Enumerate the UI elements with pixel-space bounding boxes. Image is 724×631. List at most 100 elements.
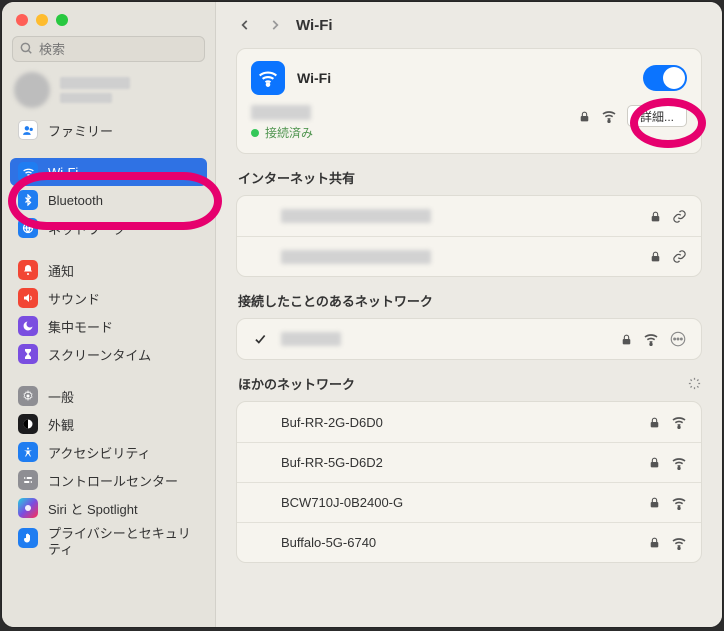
known-name-redacted [281,332,341,346]
sidebar-item-accessibility[interactable]: アクセシビリティ [10,438,207,466]
search-icon [19,41,33,55]
search-input[interactable] [12,36,205,62]
lock-icon [648,496,661,509]
other-row[interactable]: BCW710J-0B2400-G [237,482,701,522]
sidebar-item-family[interactable]: ファミリー [10,116,207,144]
lock-icon [649,250,662,263]
lock-icon [620,333,633,346]
wifi-title: Wi-Fi [297,70,631,86]
wifi-signal-icon [671,455,687,471]
user-name-redacted [60,77,130,89]
wifi-toggle[interactable] [643,65,687,91]
user-sub-redacted [60,93,112,103]
hourglass-icon [18,344,38,364]
sidebar-item-sound[interactable]: サウンド [10,284,207,312]
lock-icon [578,110,591,123]
window-controls [2,10,215,36]
link-icon [672,249,687,264]
section-known-title: 接続したことのあるネットワーク [238,291,702,310]
close-button[interactable] [16,14,28,26]
wifi-icon [18,162,38,182]
sharing-row[interactable] [237,236,701,276]
lock-icon [648,456,661,469]
other-row[interactable]: Buf-RR-2G-D6D0 [237,402,701,442]
sidebar-item-label: Wi-Fi [48,165,78,180]
wifi-signal-icon [671,495,687,511]
sidebar-item-label: 通知 [48,261,74,280]
wifi-icon [251,61,285,95]
section-sharing-title: インターネット共有 [238,168,702,187]
moon-icon [18,316,38,336]
network-name: BCW710J-0B2400-G [281,495,636,510]
known-row[interactable] [237,319,701,359]
sidebar-item-label: プライバシーとセキュリティ [48,526,199,557]
minimize-button[interactable] [36,14,48,26]
appearance-icon [18,414,38,434]
sharing-name-redacted [281,250,431,264]
sidebar-item-label: ファミリー [48,121,113,140]
sidebar-item-label: コントロールセンター [48,471,178,490]
sidebar-item-network[interactable]: ネットワーク [10,214,207,242]
back-button[interactable] [236,16,254,34]
sidebar-item-control-center[interactable]: コントロールセンター [10,466,207,494]
wifi-signal-icon [671,535,687,551]
details-button[interactable]: 詳細... [627,105,687,127]
bell-icon [18,260,38,280]
lock-icon [648,536,661,549]
lock-icon [649,210,662,223]
sidebar-item-privacy[interactable]: プライバシーとセキュリティ [10,522,207,561]
sidebar-item-label: Bluetooth [48,193,103,208]
sidebar-item-label: 外観 [48,415,74,434]
wifi-signal-icon [643,331,659,347]
status-dot-icon [251,129,259,137]
sidebar-item-label: サウンド [48,289,100,308]
more-icon[interactable] [669,330,687,348]
siri-icon [18,498,38,518]
sidebar-item-general[interactable]: 一般 [10,382,207,410]
sidebar-item-wifi[interactable]: Wi-Fi [10,158,207,186]
sidebar-item-appearance[interactable]: 外観 [10,410,207,438]
sidebar-item-label: 集中モード [48,317,113,336]
breadcrumb-header: Wi-Fi [216,2,722,48]
sharing-name-redacted [281,209,431,223]
known-list [236,318,702,360]
sidebar-item-label: アクセシビリティ [48,443,151,462]
wifi-signal-icon [601,108,617,124]
other-list: Buf-RR-2G-D6D0 Buf-RR-5G-D6D2 [236,401,702,563]
bluetooth-icon [18,190,38,210]
spinner-icon [687,376,702,391]
family-icon [18,120,38,140]
network-name: Buf-RR-5G-D6D2 [281,455,636,470]
sidebar-item-focus[interactable]: 集中モード [10,312,207,340]
sharing-row[interactable] [237,196,701,236]
control-center-icon [18,470,38,490]
other-row[interactable]: Buf-RR-5G-D6D2 [237,442,701,482]
speaker-icon [18,288,38,308]
link-icon [672,209,687,224]
connected-status: 接続済み [251,124,566,141]
sidebar-item-label: ネットワーク [48,219,126,238]
maximize-button[interactable] [56,14,68,26]
wifi-signal-icon [671,414,687,430]
sidebar-item-label: スクリーンタイム [48,345,151,364]
sidebar-item-bluetooth[interactable]: Bluetooth [10,186,207,214]
network-icon [18,218,38,238]
sidebar: ファミリー Wi-Fi Bluetooth ネットワーク [2,2,216,627]
avatar [14,72,50,108]
sidebar-item-notifications[interactable]: 通知 [10,256,207,284]
lock-icon [648,416,661,429]
network-name: Buffalo-5G-6740 [281,535,636,550]
connected-ssid-redacted [251,105,311,120]
wifi-card: Wi-Fi 接続済み [236,48,702,154]
sidebar-item-label: Siri と Spotlight [48,499,138,518]
section-other-title: ほかのネットワーク [238,374,702,393]
other-row[interactable]: Buffalo-5G-6740 [237,522,701,562]
sidebar-item-label: 一般 [48,387,74,406]
account-row[interactable] [2,70,215,116]
sidebar-item-screentime[interactable]: スクリーンタイム [10,340,207,368]
forward-button[interactable] [266,16,284,34]
accessibility-icon [18,442,38,462]
check-icon [251,332,269,346]
page-title: Wi-Fi [296,17,333,34]
sidebar-item-siri[interactable]: Siri と Spotlight [10,494,207,522]
